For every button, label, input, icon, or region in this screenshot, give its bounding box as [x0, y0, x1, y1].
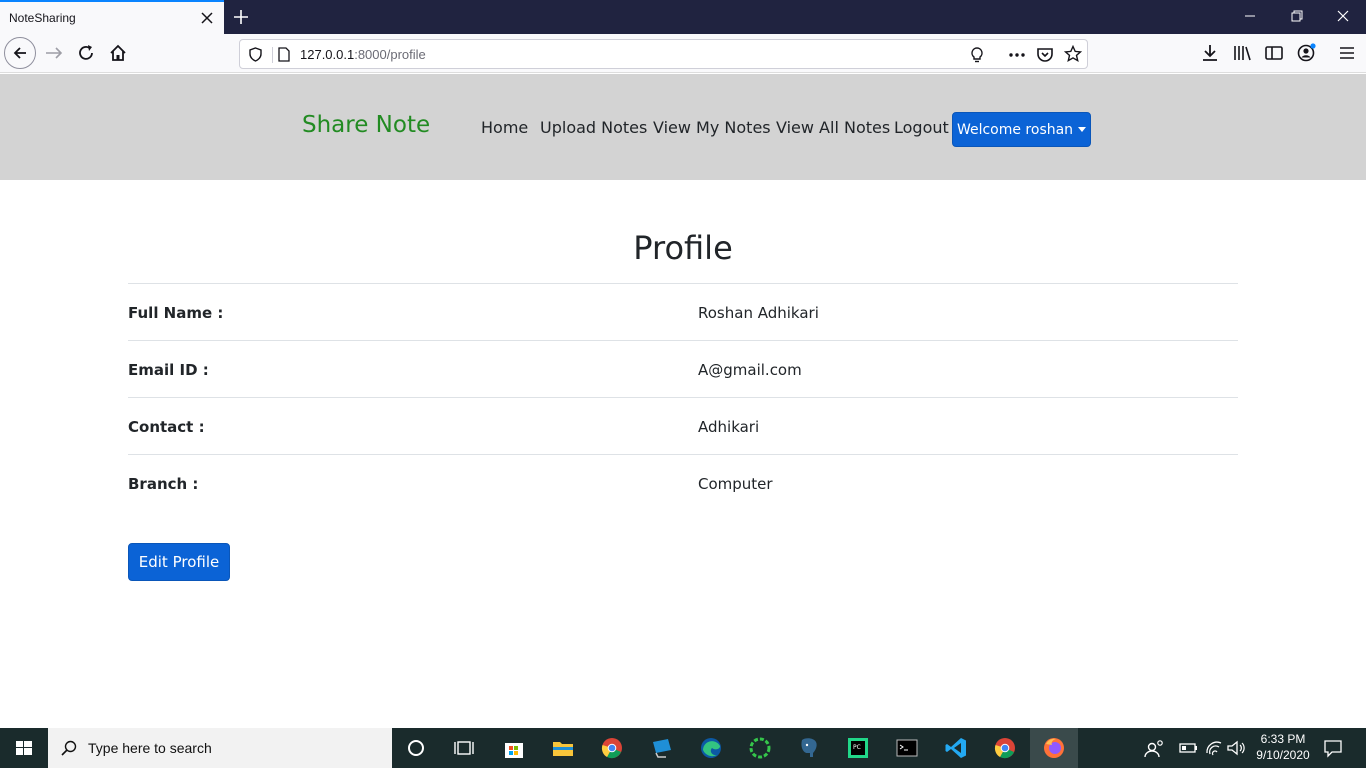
- pycharm-icon[interactable]: PC: [846, 736, 870, 760]
- page-info-icon[interactable]: [277, 47, 291, 62]
- url-separator: [272, 47, 273, 63]
- nav-home[interactable]: Home: [481, 118, 528, 137]
- chrome-icon-second[interactable]: [993, 736, 1017, 760]
- full-name-label: Full Name :: [128, 304, 224, 322]
- branch-label: Branch :: [128, 475, 199, 493]
- tab-title: NoteSharing: [9, 11, 76, 25]
- nav-view-my-notes[interactable]: View My Notes: [653, 118, 771, 137]
- lightbulb-icon[interactable]: [969, 46, 985, 64]
- remote-desktop-icon[interactable]: [650, 736, 674, 760]
- postgresql-icon[interactable]: [797, 736, 821, 760]
- page-title: Profile: [633, 229, 733, 267]
- library-icon[interactable]: [1231, 42, 1253, 64]
- browser-tab-strip: NoteSharing: [0, 0, 1366, 34]
- close-window-icon[interactable]: [1335, 8, 1351, 24]
- url-host: 127.0.0.1: [300, 47, 355, 62]
- clock-date: 9/10/2020: [1256, 748, 1310, 762]
- reload-icon[interactable]: [75, 42, 97, 64]
- browser-toolbar: 127.0.0.1:8000/profile: [0, 34, 1366, 73]
- table-row: Branch : Computer: [128, 455, 1238, 512]
- full-name-value: Roshan Adhikari: [698, 304, 819, 322]
- contact-value: Adhikari: [698, 418, 760, 436]
- back-button[interactable]: [4, 37, 36, 69]
- people-icon[interactable]: [1142, 737, 1166, 761]
- page-actions-menu-icon[interactable]: [1007, 48, 1027, 62]
- sidebar-icon[interactable]: [1263, 42, 1285, 64]
- table-row: Email ID : A@gmail.com: [128, 341, 1238, 398]
- home-icon[interactable]: [107, 42, 129, 64]
- contact-label: Contact :: [128, 418, 205, 436]
- nav-logout[interactable]: Logout: [894, 118, 949, 137]
- profile-table: Full Name : Roshan Adhikari Email ID : A…: [128, 283, 1238, 512]
- task-view-icon[interactable]: [452, 736, 476, 760]
- clock-time: 6:33 PM: [1260, 732, 1306, 746]
- taskbar-search-box[interactable]: Type here to search: [48, 728, 392, 768]
- downloads-icon[interactable]: [1199, 42, 1221, 64]
- brand-logo[interactable]: Share Note: [302, 112, 430, 138]
- edit-profile-button[interactable]: Edit Profile: [128, 543, 230, 581]
- minimize-window-icon[interactable]: [1242, 8, 1258, 24]
- firefox-icon[interactable]: [1042, 736, 1066, 760]
- nav-view-all-notes[interactable]: View All Notes: [776, 118, 890, 137]
- new-tab-icon[interactable]: [231, 7, 251, 27]
- browser-tab-active[interactable]: NoteSharing: [0, 0, 224, 34]
- table-row: Contact : Adhikari: [128, 398, 1238, 455]
- volume-icon[interactable]: [1226, 736, 1246, 760]
- system-clock[interactable]: 6:33 PM 9/10/2020: [1248, 731, 1318, 763]
- loading-app-icon[interactable]: [748, 736, 772, 760]
- search-icon: [61, 740, 77, 756]
- battery-icon[interactable]: [1178, 736, 1200, 760]
- windows-taskbar: Type here to search PC 6:33 PM 9/10/2020: [0, 728, 1366, 768]
- file-explorer-icon[interactable]: [551, 736, 575, 760]
- branch-value: Computer: [698, 475, 773, 493]
- site-navbar: Share Note Home Upload Notes View My Not…: [0, 74, 1366, 180]
- wifi-icon[interactable]: [1204, 736, 1224, 760]
- microsoft-store-icon[interactable]: [502, 736, 526, 760]
- address-bar[interactable]: 127.0.0.1:8000/profile: [239, 39, 1088, 69]
- svg-text:PC: PC: [853, 744, 861, 751]
- caret-down-icon: [1078, 127, 1087, 132]
- search-placeholder: Type here to search: [88, 740, 212, 756]
- notification-icon[interactable]: [1322, 736, 1344, 760]
- vscode-icon[interactable]: [944, 736, 968, 760]
- welcome-label: Welcome roshan: [956, 121, 1074, 138]
- pocket-icon[interactable]: [1036, 46, 1054, 64]
- url-path: :8000/profile: [354, 47, 426, 62]
- windows-start-icon[interactable]: [0, 728, 48, 768]
- forward-arrow-icon[interactable]: [43, 42, 65, 64]
- terminal-icon[interactable]: [895, 736, 919, 760]
- nav-upload-notes[interactable]: Upload Notes: [540, 118, 647, 137]
- welcome-dropdown-button[interactable]: Welcome roshan: [952, 112, 1091, 147]
- account-icon[interactable]: [1295, 42, 1317, 64]
- bookmark-star-icon[interactable]: [1064, 45, 1082, 63]
- cortana-icon[interactable]: [404, 736, 428, 760]
- close-tab-icon[interactable]: [199, 10, 215, 26]
- edge-icon[interactable]: [699, 736, 723, 760]
- restore-window-icon[interactable]: [1289, 8, 1305, 24]
- email-value: A@gmail.com: [698, 361, 802, 379]
- url-text[interactable]: 127.0.0.1:8000/profile: [300, 47, 426, 62]
- table-row: Full Name : Roshan Adhikari: [128, 284, 1238, 341]
- back-arrow-icon: [13, 47, 26, 59]
- tracking-shield-icon[interactable]: [248, 47, 263, 62]
- email-label: Email ID :: [128, 361, 209, 379]
- hamburger-menu-icon[interactable]: [1336, 42, 1358, 64]
- chrome-icon[interactable]: [600, 736, 624, 760]
